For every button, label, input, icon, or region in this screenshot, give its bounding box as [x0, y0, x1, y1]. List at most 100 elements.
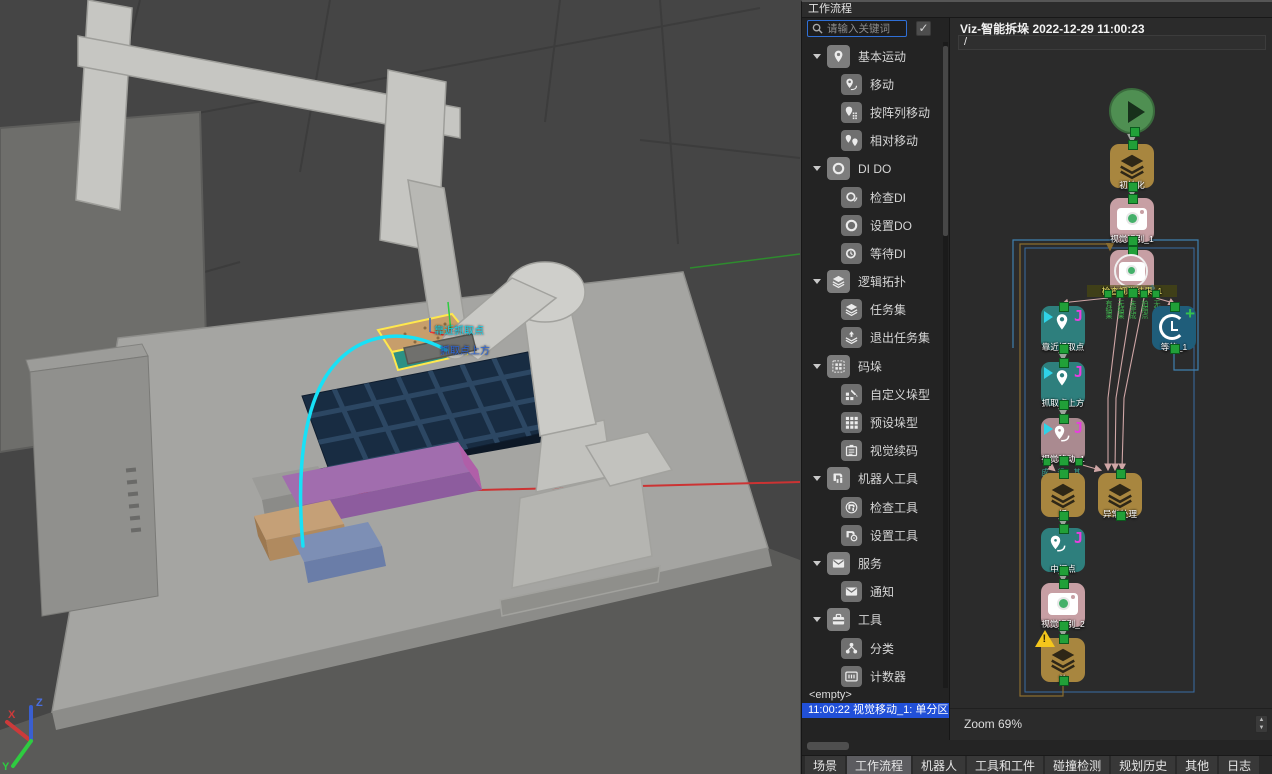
tab-scene[interactable]: 场景 — [805, 756, 845, 774]
3d-scene: X Z Y — [0, 0, 801, 774]
layers-exit-icon — [841, 327, 862, 348]
tab-tools-workpieces[interactable]: 工具和工件 — [967, 756, 1043, 774]
panel-title: 工作流程 — [802, 2, 1272, 18]
tree-item-vision-continue[interactable]: 视觉续码 — [802, 437, 942, 465]
pin-grid-icon — [841, 102, 862, 123]
collapse-arrow-icon[interactable] — [813, 476, 821, 481]
workflow-canvas[interactable]: Viz-智能拆垛 2022-12-29 11:00:23 / — [949, 18, 1272, 740]
node-port[interactable] — [1104, 290, 1112, 298]
tree-item-wait-di[interactable]: 等待DI — [802, 239, 942, 267]
bottom-tab-bar: 场景 工作流程 机器人 工具和工件 碰撞检测 规划历史 其他 日志 — [802, 755, 1272, 774]
gripper-icon — [827, 467, 850, 490]
tree-item-check-tool[interactable]: 检查工具 — [802, 493, 942, 521]
tree-item-move[interactable]: 移动 — [802, 70, 942, 98]
tree-item-relative-move[interactable]: 相对移动 — [802, 127, 942, 155]
node-wait-1[interactable]: + 等待_1 — [1152, 306, 1196, 350]
node-port[interactable] — [1152, 290, 1160, 298]
collapse-arrow-icon[interactable] — [813, 166, 821, 171]
port-label: 有结果 — [1104, 300, 1113, 318]
tree-item-counter[interactable]: 计数器 — [802, 662, 942, 688]
node-exception-handle[interactable]: 异常处理 — [1098, 473, 1142, 517]
control-cabinet — [26, 344, 158, 616]
tree-item-set-do[interactable]: 设置DO — [802, 211, 942, 239]
gripper-set-icon — [841, 525, 862, 546]
tab-log[interactable]: 日志 — [1219, 756, 1259, 774]
collapse-arrow-icon[interactable] — [813, 54, 821, 59]
node-port[interactable] — [1116, 290, 1124, 298]
zoom-spinner[interactable]: ▲▼ — [1255, 715, 1268, 733]
workflow-panel: 工作流程 ✓ 基本运动 移动 按阵列移动 相对移动 DI DO 检 — [801, 0, 1272, 774]
search-box[interactable] — [807, 20, 907, 37]
tree-item-check-di[interactable]: 检查DI — [802, 183, 942, 211]
node-above-grasp-point[interactable]: J 抓取点上方 — [1041, 362, 1085, 406]
node-port[interactable] — [1075, 458, 1083, 466]
pin-icon — [1052, 422, 1072, 446]
tree-group-service[interactable]: 服务 — [802, 549, 942, 577]
tree-group-basic-motion[interactable]: 基本运动 — [802, 42, 942, 70]
pin-move-icon — [841, 74, 862, 95]
step-tree: 基本运动 移动 按阵列移动 相对移动 DI DO 检查DI 设置DO 等待DI … — [802, 42, 942, 688]
tree-group-di-do[interactable]: DI DO — [802, 155, 942, 183]
search-icon — [812, 23, 823, 34]
layers-icon — [1048, 645, 1078, 675]
node-place[interactable]: ! 放 — [1041, 638, 1085, 682]
search-input[interactable] — [827, 23, 902, 35]
tree-item-classify[interactable]: 分类 — [802, 634, 942, 662]
tab-workflow[interactable]: 工作流程 — [847, 756, 911, 774]
pallet-edit-icon — [841, 384, 862, 405]
node-vision-recognize-2[interactable]: 视觉识别_2 — [1041, 583, 1085, 627]
tree-scrollbar[interactable] — [943, 42, 948, 688]
port-label: 未完成 — [1128, 300, 1137, 318]
layers-icon — [1117, 151, 1147, 181]
tree-item-custom-pattern[interactable]: 自定义垛型 — [802, 380, 942, 408]
node-approach-grasp-point[interactable]: J 靠近抓取点 — [1041, 306, 1085, 350]
node-port[interactable] — [1043, 458, 1051, 466]
pallet-icon — [827, 355, 850, 378]
pin-icon — [1052, 310, 1072, 334]
annotation-above-point: 抓取点上方 — [440, 342, 490, 357]
tree-item-move-by-array[interactable]: 按阵列移动 — [802, 98, 942, 126]
node-vision-move-1[interactable]: J 视觉移动_1 — [1041, 418, 1085, 462]
status-empty-label: <empty> — [809, 689, 852, 701]
axis-x-label: X — [8, 709, 16, 721]
ring-check-icon — [841, 187, 862, 208]
node-mid-point[interactable]: J 中间点 — [1041, 528, 1085, 572]
3d-viewport[interactable]: X Z Y 靠近抓取点 抓取点上方 — [0, 0, 801, 774]
tree-group-robot-tool[interactable]: 机器人工具 — [802, 465, 942, 493]
start-node[interactable] — [1109, 88, 1155, 134]
toolbox-icon — [827, 608, 850, 631]
tree-group-logic-topology[interactable]: 逻辑拓扑 — [802, 268, 942, 296]
warning-icon: ! — [1035, 630, 1055, 647]
tree-item-set-tool[interactable]: 设置工具 — [802, 521, 942, 549]
tab-robot[interactable]: 机器人 — [913, 756, 965, 774]
collapse-arrow-icon[interactable] — [813, 364, 821, 369]
pin-icon — [1052, 366, 1072, 390]
camera-icon — [1048, 593, 1078, 615]
tab-collision-detect[interactable]: 碰撞检测 — [1045, 756, 1109, 774]
tree-item-preset-pattern[interactable]: 预设垛型 — [802, 408, 942, 436]
collapse-arrow-icon[interactable] — [813, 561, 821, 566]
gripper-check-icon — [841, 497, 862, 518]
tab-plan-history[interactable]: 规划历史 — [1111, 756, 1175, 774]
tree-item-exit-task-set[interactable]: 退出任务集 — [802, 324, 942, 352]
tab-others[interactable]: 其他 — [1177, 756, 1217, 774]
node-vision-recognize-1[interactable]: 视觉识别_1 — [1110, 198, 1154, 242]
tree-item-task-set[interactable]: 任务集 — [802, 296, 942, 324]
node-init[interactable]: 初始化 — [1110, 144, 1154, 188]
tree-group-tools[interactable]: 工具 — [802, 606, 942, 634]
collapse-arrow-icon[interactable] — [813, 617, 821, 622]
joint-move-icon: J — [1074, 529, 1083, 547]
filter-checkbox[interactable]: ✓ — [916, 21, 931, 36]
log-line-selected[interactable]: 11:00:22 视觉移动_1: 单分区方形 — [802, 703, 949, 718]
tree-horizontal-scrollbar[interactable] — [807, 742, 849, 750]
collapse-arrow-icon[interactable] — [813, 279, 821, 284]
tree-item-notify[interactable]: 通知 — [802, 578, 942, 606]
ring-wait-icon — [841, 243, 862, 264]
camera-icon — [1117, 208, 1147, 230]
layers-icon — [1105, 480, 1135, 510]
node-port[interactable] — [1140, 290, 1148, 298]
node-check-vision-result-1[interactable]: 检查视觉结果_1 — [1110, 250, 1154, 294]
zoom-bar: Zoom 69% ▲▼ — [950, 708, 1272, 740]
tree-group-palletizing[interactable]: 码垛 — [802, 352, 942, 380]
annotation-approach-point: 靠近抓取点 — [434, 322, 484, 337]
